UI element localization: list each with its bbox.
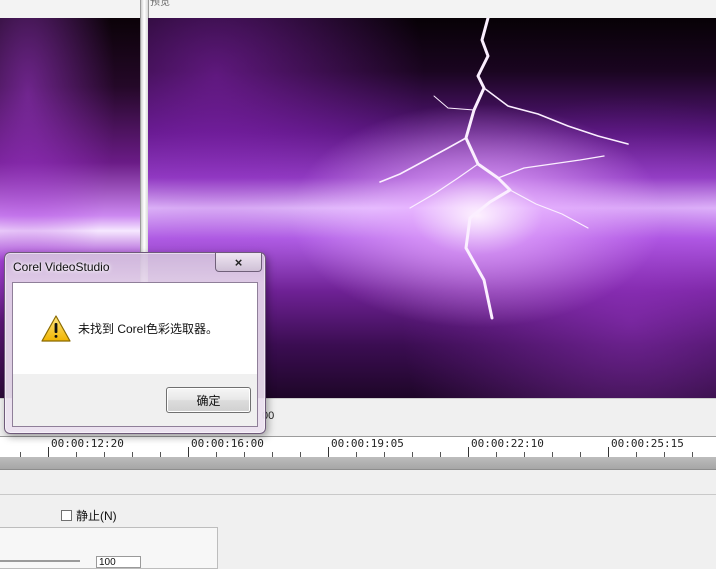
preview-header-label: 预览 (150, 0, 170, 8)
lightning-branch-d (409, 163, 479, 209)
dialog-message-area: 未找到 Corel色彩选取器。 (13, 283, 257, 374)
lightning-branch-f (433, 95, 475, 111)
ruler-label: 00:00:16:00 (191, 437, 264, 450)
lightning-branch-c (497, 155, 605, 179)
lightning-branch-e (509, 189, 589, 229)
ruler-major-tick (608, 447, 609, 457)
still-option[interactable]: 静止(N) (61, 507, 117, 524)
options-spin-field[interactable]: 100 (96, 556, 141, 568)
ruler-major-tick (468, 447, 469, 457)
timeline-ruler[interactable]: 00:00:12:20 00:00:16:00 00:00:19:05 00:0… (0, 436, 716, 458)
preview-header-strip: 预览 (0, 0, 716, 19)
ruler-major-tick (188, 447, 189, 457)
still-checkbox[interactable] (61, 510, 72, 521)
ruler-major-tick (328, 447, 329, 457)
ok-button-label: 确定 (196, 393, 221, 408)
panel-divider (0, 494, 716, 495)
ruler-label: 00:00:12:20 (51, 437, 124, 450)
timeline-track-bar[interactable] (0, 457, 716, 470)
still-label: 静止(N) (76, 509, 117, 523)
warning-icon (41, 315, 71, 342)
error-dialog: Corel VideoStudio × 未找到 Corel色彩选取器。 确定 (4, 252, 266, 434)
options-slider[interactable] (0, 560, 80, 562)
dialog-message: 未找到 Corel色彩选取器。 (78, 322, 219, 336)
dialog-title: Corel VideoStudio (13, 260, 110, 274)
ok-button[interactable]: 确定 (166, 387, 251, 413)
ruler-label: 00:00:22:10 (471, 437, 544, 450)
lightning-branch-a (483, 87, 629, 145)
lightning-branch-b (379, 137, 467, 183)
close-icon: × (234, 254, 243, 270)
dialog-body: 未找到 Corel色彩选取器。 确定 (12, 282, 258, 427)
ruler-major-tick (48, 447, 49, 457)
dialog-close-button[interactable]: × (215, 253, 262, 272)
ruler-label: 00:00:25:15 (611, 437, 684, 450)
ruler-label: 00:00:19:05 (331, 437, 404, 450)
